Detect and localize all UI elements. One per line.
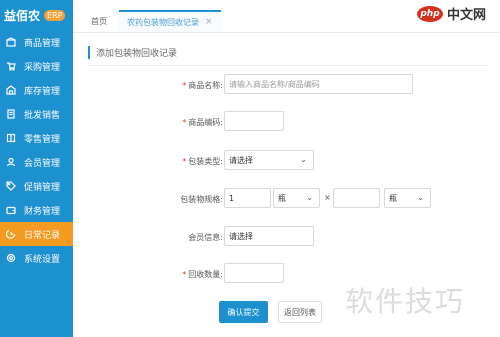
sidebar-item-label: 采购管理 xyxy=(24,62,61,73)
pack-spec-label: 包装物规格: xyxy=(180,195,223,204)
wallet-icon xyxy=(6,205,16,215)
brand-badge: ERP xyxy=(44,9,66,21)
sidebar-item-purchase[interactable]: 采购管理 xyxy=(0,54,73,78)
pack-spec-quantity-input[interactable]: 1 xyxy=(224,188,271,208)
sidebar-item-promotion[interactable]: 促销管理 xyxy=(0,174,73,198)
product-barcode-input[interactable] xyxy=(224,111,284,131)
member-info-label: 会员信息: xyxy=(188,233,223,242)
sidebar-item-label: 财务管理 xyxy=(24,206,61,217)
chevron-down-icon: ⌄ xyxy=(417,193,424,202)
brand: 益佰农 ERP xyxy=(0,0,73,30)
app-root: 益佰农 ERP 商品管理 采购管理 库存管理 批发销售 零售管理 会员管理 促销… xyxy=(0,0,500,337)
record-icon xyxy=(6,229,16,239)
multiply-sign: × xyxy=(324,193,331,202)
sidebar-item-products[interactable]: 商品管理 xyxy=(0,30,73,54)
sidebar-item-finance[interactable]: 财务管理 xyxy=(0,198,73,222)
php-logo-oval: php xyxy=(417,5,443,22)
tab-home-label: 首页 xyxy=(91,16,107,26)
confirm-submit-button[interactable]: 确认提交 xyxy=(219,301,268,323)
member-info-select[interactable]: 请选择 xyxy=(224,226,314,246)
tab-active-label: 农药包装物回收记录 xyxy=(127,17,199,27)
pack-type-select[interactable]: 请选择 ⌄ xyxy=(224,150,314,170)
section-title: 添加包装物回收记录 xyxy=(88,46,177,59)
section-divider xyxy=(88,65,488,66)
sidebar-item-label: 库存管理 xyxy=(24,86,61,97)
required-mark: * xyxy=(182,157,187,166)
php-cn-logo: php 中文网 xyxy=(417,4,486,23)
sidebar-item-label: 促销管理 xyxy=(24,182,61,193)
user-icon xyxy=(6,157,16,167)
pack-spec-unit-select[interactable]: 瓶 ⌄ xyxy=(273,188,320,208)
recycle-quantity-input[interactable] xyxy=(224,263,284,283)
brand-name: 益佰农 xyxy=(4,8,41,23)
product-name-input[interactable]: 请输入商品名称/商品编码 xyxy=(224,74,413,94)
sidebar-item-label: 会员管理 xyxy=(24,158,61,169)
tab-recycle-records[interactable]: 农药包装物回收记录 × xyxy=(119,10,221,32)
close-icon[interactable]: × xyxy=(205,17,213,27)
php-logo-text: 中文网 xyxy=(447,8,487,23)
tab-home[interactable]: 首页 xyxy=(91,10,107,32)
sidebar-item-retail[interactable]: 零售管理 xyxy=(0,126,73,150)
pack-spec-inner-quantity-input[interactable] xyxy=(333,188,380,208)
sidebar-item-daily-records[interactable]: 日常记录 xyxy=(0,222,73,246)
sidebar-item-members[interactable]: 会员管理 xyxy=(0,150,73,174)
sidebar-item-label: 日常记录 xyxy=(24,230,61,241)
chevron-down-icon: ⌄ xyxy=(300,155,307,164)
required-mark: * xyxy=(182,81,187,90)
chevron-down-icon: ⌄ xyxy=(306,193,313,202)
sidebar-item-inventory[interactable]: 库存管理 xyxy=(0,78,73,102)
sidebar-item-label: 零售管理 xyxy=(24,134,61,145)
document-icon xyxy=(6,109,16,119)
warehouse-icon xyxy=(6,85,16,95)
required-mark: * xyxy=(182,270,187,279)
recycle-quantity-label: * 回收数量: xyxy=(182,270,223,279)
tag-icon xyxy=(6,181,16,191)
product-barcode-label: * 商品编码: xyxy=(182,118,223,127)
pack-spec-inner-unit-select[interactable]: 瓶 ⌄ xyxy=(384,188,431,208)
cart-icon xyxy=(6,61,16,71)
back-to-list-button[interactable]: 返回列表 xyxy=(278,301,322,323)
sidebar: 益佰农 ERP 商品管理 采购管理 库存管理 批发销售 零售管理 会员管理 促销… xyxy=(0,0,73,337)
sidebar-item-label: 批发销售 xyxy=(24,110,61,121)
watermark-text: 软件技巧 xyxy=(345,285,466,318)
sidebar-item-wholesale[interactable]: 批发销售 xyxy=(0,102,73,126)
sidebar-item-settings[interactable]: 系统设置 xyxy=(0,246,73,270)
sidebar-item-label: 商品管理 xyxy=(24,38,61,49)
box-icon xyxy=(6,37,16,47)
gear-icon xyxy=(6,253,16,263)
sidebar-item-label: 系统设置 xyxy=(24,254,61,265)
product-name-label: * 商品名称: xyxy=(182,81,223,90)
ledger-icon xyxy=(6,133,16,143)
pack-type-label: * 包装类型: xyxy=(182,157,223,166)
required-mark: * xyxy=(182,118,187,127)
